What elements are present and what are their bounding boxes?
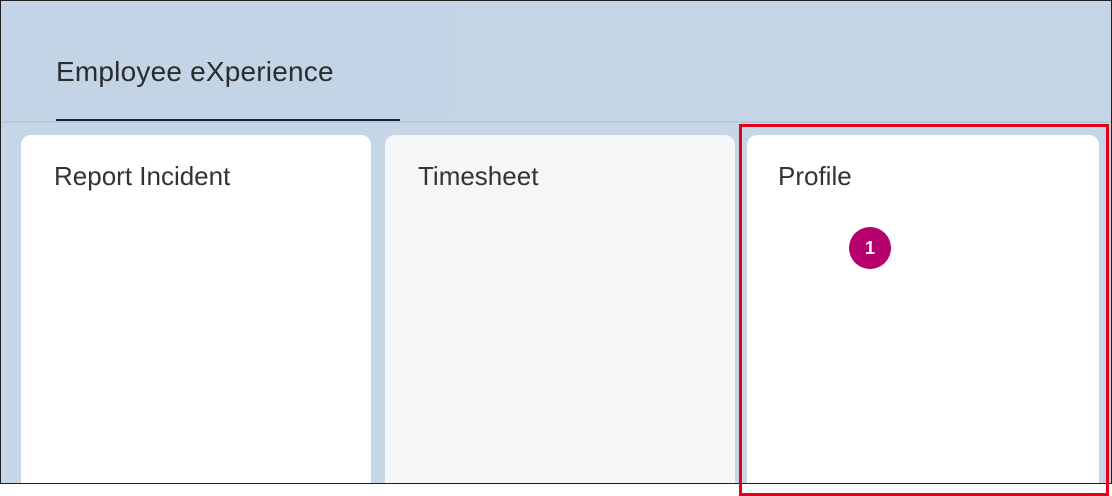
group-header: Employee eXperience bbox=[2, 2, 1111, 122]
tab-employee-experience[interactable]: Employee eXperience bbox=[56, 46, 400, 122]
tile-title: Report Incident bbox=[54, 161, 231, 191]
tile-title: Timesheet bbox=[418, 161, 539, 191]
tile-timesheet[interactable]: Timesheet bbox=[385, 135, 735, 483]
tile-title: Profile bbox=[778, 161, 852, 191]
tab-label: Employee eXperience bbox=[56, 56, 334, 87]
tile-profile[interactable]: Profile bbox=[747, 135, 1099, 483]
header-divider bbox=[2, 121, 1111, 123]
step-badge: 1 bbox=[849, 227, 891, 269]
tile-report-incident[interactable]: Report Incident bbox=[21, 135, 371, 483]
tab-bar: Employee eXperience bbox=[2, 2, 450, 122]
launchpad-frame: Employee eXperience Report Incident Time… bbox=[0, 0, 1112, 484]
